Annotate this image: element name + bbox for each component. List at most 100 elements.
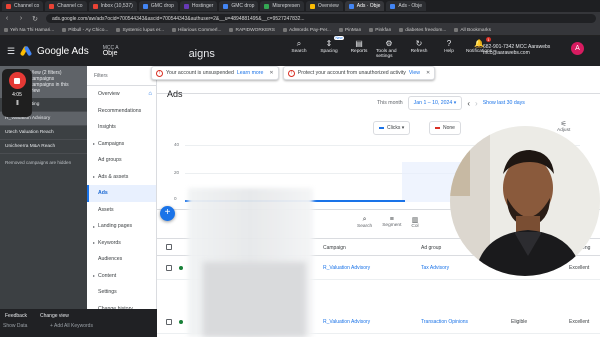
forward-icon[interactable]: › [14, 15, 28, 22]
alert-link[interactable]: View [409, 70, 420, 76]
table-tool-col[interactable]: ▥ Col [411, 216, 418, 229]
nav-item-campaigns[interactable]: Campaigns [87, 136, 156, 153]
previous-period-icon[interactable]: ‹ [467, 99, 470, 108]
nav-item-ads[interactable]: Ads [87, 185, 156, 202]
stop-recording-button[interactable] [8, 72, 26, 89]
next-period-icon[interactable]: › [475, 99, 478, 108]
google-ads-logo[interactable]: Google Ads [19, 45, 89, 57]
reload-icon[interactable]: ↻ [28, 15, 42, 23]
bookmark-label: diabetes freedom... [405, 27, 447, 33]
bookmark-item[interactable]: All Bookmarks [454, 28, 491, 33]
header-tool-help[interactable]: ? Help [436, 38, 462, 59]
close-icon[interactable]: ✕ [426, 70, 430, 76]
table-tool-search[interactable]: ⌕ Search [357, 216, 372, 229]
metric-selector-1[interactable]: Clicks ▾ [373, 121, 411, 135]
browser-tab[interactable]: Channel co [2, 1, 44, 11]
avatar[interactable]: A [571, 42, 584, 55]
screen-recorder-widget[interactable]: 4:05 II [2, 69, 32, 117]
nav-item-audiences[interactable]: Audiences [87, 251, 156, 268]
nav-item-label: Ads & assets [98, 173, 129, 180]
browser-tab[interactable]: GMC drop [138, 1, 178, 11]
bookmark-item[interactable]: RAPIDWORKERS [229, 28, 275, 33]
header-tool-tools-and-settings[interactable]: ⚙ Tools and settings [376, 38, 402, 59]
nav-item-label: Campaigns [98, 140, 125, 147]
row-ad-strength: Excellent [569, 265, 590, 271]
bookmark-item[interactable]: Pinkfan [369, 28, 391, 33]
bookmark-item[interactable]: Systemic lupus er... [116, 28, 164, 33]
back-icon[interactable]: ‹ [0, 15, 14, 22]
account-selector[interactable]: MCC A Obje [103, 45, 119, 57]
filters-label[interactable]: Filters [87, 66, 156, 86]
navigation-panel: Filters Overview ⌂ Recommendations Insights… [87, 66, 157, 337]
bookmark-item[interactable]: Pitbull - Ay Chico... [62, 28, 108, 33]
reports-icon: ▤ [355, 39, 363, 48]
add-keywords-link[interactable]: + Add All Keywords [50, 323, 93, 329]
column-campaign[interactable]: Campaign [323, 245, 346, 251]
tab-label: Ads · Obje [356, 3, 381, 9]
home-icon: ⌂ [148, 91, 152, 98]
adjust-chart-button[interactable]: ⚟ Adjust [557, 120, 570, 133]
create-ad-button[interactable]: + [160, 206, 175, 221]
browser-tab[interactable]: Hostinger [179, 1, 218, 11]
close-icon[interactable]: ✕ [269, 70, 273, 76]
row-campaign[interactable]: R_Valuation Advisory [323, 265, 370, 271]
metric-1-label: Clicks [387, 125, 401, 131]
browser-tab[interactable]: Channel co [45, 1, 87, 11]
campaign-list-item[interactable]: Unicheerra M&A Reach [0, 140, 87, 154]
nav-item-settings[interactable]: Settings [87, 284, 156, 301]
browser-tab[interactable]: GMC drop [219, 1, 259, 11]
nav-item-assets[interactable]: Assets [87, 202, 156, 219]
menu-icon[interactable]: ☰ [0, 46, 22, 57]
header-tools: ⌕ Search ⇕ Spacing New ▤ Reports ⚙ Tools and set… [286, 36, 492, 59]
browser-tab[interactable]: Ads - Obje [386, 1, 426, 11]
feedback-link[interactable]: Feedback [5, 313, 27, 319]
column-ad-group[interactable]: Ad group [421, 245, 441, 251]
alert-link[interactable]: Learn more [237, 70, 264, 76]
nav-item-overview[interactable]: Overview ⌂ [87, 86, 156, 103]
metric-selector-2[interactable]: None [429, 121, 461, 135]
presenter-video-image [450, 126, 600, 276]
row-campaign[interactable]: R_Valuation Advisory [323, 319, 370, 325]
change-view-link[interactable]: Change view [40, 313, 69, 319]
nav-item-content[interactable]: Content [87, 268, 156, 285]
nav-item-insights[interactable]: Insights [87, 119, 156, 136]
blurred-region [203, 262, 306, 337]
spacing-icon: ⇕ [325, 39, 333, 48]
bookmark-item[interactable]: AdWords Pay-Per... [282, 28, 331, 33]
bookmark-label: Hilarious Commerl... [178, 27, 222, 33]
row-checkbox[interactable] [166, 265, 172, 271]
row-checkbox[interactable] [166, 319, 172, 325]
browser-tab[interactable]: Ads · Obje [344, 1, 385, 11]
bookmark-icon [369, 28, 374, 32]
select-all-checkbox[interactable] [166, 244, 172, 250]
pause-icon[interactable]: II [16, 100, 19, 107]
campaign-list-item[interactable]: Utech Valuation Reach [0, 126, 87, 140]
url-field[interactable]: ads.google.com/aw/ads?ocid=700544343&asc… [46, 14, 596, 23]
header-tool-refresh[interactable]: ↻ Refresh [406, 38, 432, 59]
new-feature-tag: New [333, 36, 344, 40]
bookmark-item[interactable]: Yeh Na Thi Hamari... [4, 28, 54, 33]
bookmark-item[interactable]: Hilarious Commerl... [172, 28, 221, 33]
header-tool-search[interactable]: ⌕ Search [286, 38, 312, 59]
col-icon: ▥ [411, 217, 419, 224]
bookmark-item[interactable]: PinMan [338, 28, 361, 33]
nav-item-label: Insights [98, 124, 116, 131]
browser-tab[interactable]: Inbox (10,537) [88, 1, 137, 11]
row-ad-group[interactable]: Tax Advisory [421, 265, 449, 271]
nav-item-ads-assets[interactable]: Ads & assets [87, 169, 156, 186]
show-last-30-days-link[interactable]: Show last 30 days [483, 100, 525, 106]
table-tool-segment[interactable]: ≡ Segment [382, 216, 401, 229]
customer-email: mcc@aarawebs.com [483, 50, 530, 56]
nav-item-landing-pages[interactable]: Landing pages [87, 218, 156, 235]
adjust-label: Adjust [557, 128, 571, 133]
nav-item-keywords[interactable]: Keywords [87, 235, 156, 252]
bookmark-item[interactable]: diabetes freedom... [399, 28, 446, 33]
row-ad-group[interactable]: Transaction Opinions [421, 319, 468, 325]
header-tool-spacing[interactable]: ⇕ Spacing New [316, 36, 344, 59]
nav-item-recommendations[interactable]: Recommendations [87, 103, 156, 120]
date-range-picker[interactable]: Jan 1 – 10, 2024 ▾ [407, 96, 463, 110]
browser-tab[interactable]: Misrepresen [260, 1, 304, 11]
browser-tab[interactable]: Overview [305, 1, 343, 11]
nav-item-ad-groups[interactable]: Ad groups [87, 152, 156, 169]
header-tool-reports[interactable]: ▤ Reports [346, 38, 372, 59]
